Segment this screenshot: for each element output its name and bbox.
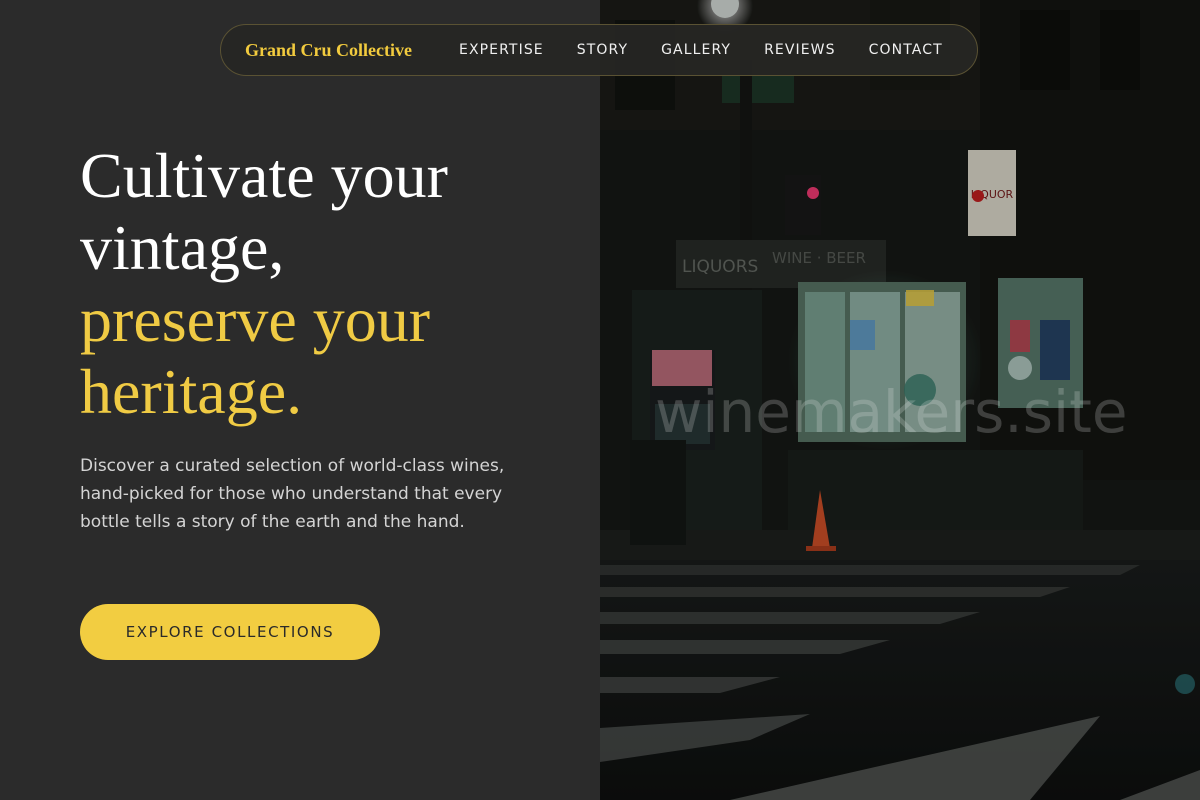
hero-left-panel: Cultivate your vintage, preserve your he… [0,0,600,800]
hero-description: Discover a curated selection of world-cl… [80,456,505,532]
hero-title-line-2: vintage, [80,212,285,283]
nav-link-story[interactable]: STORY [577,42,628,58]
nav-link-reviews[interactable]: REVIEWS [764,42,836,58]
hero-title-line-1: Cultivate your [80,140,448,211]
nav-link-contact[interactable]: CONTACT [869,42,943,58]
nav-link-gallery[interactable]: GALLERY [661,42,731,58]
brand-logo[interactable]: Grand Cru Collective [245,40,412,61]
hero-title-accent-line-1: preserve your [80,284,431,355]
explore-collections-button[interactable]: EXPLORE COLLECTIONS [80,604,380,660]
watermark-text: winemakers.site [655,378,1128,446]
hero-title-accent-line-2: heritage. [80,356,303,427]
nav-links: EXPERTISE STORY GALLERY REVIEWS CONTACT [459,42,943,58]
top-navbar: Grand Cru Collective EXPERTISE STORY GAL… [220,24,978,76]
hero-title: Cultivate your vintage, preserve your he… [80,140,580,428]
nav-link-expertise[interactable]: EXPERTISE [459,42,544,58]
